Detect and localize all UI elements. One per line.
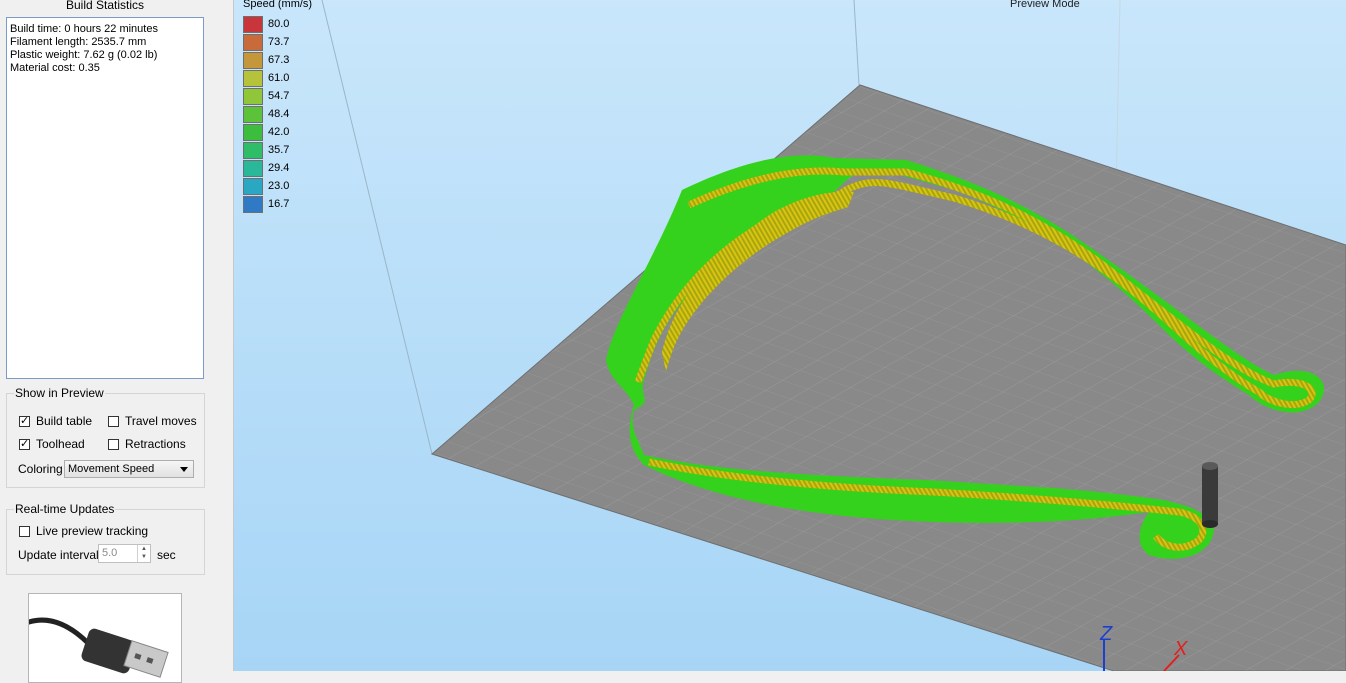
update-interval-label: Update interval (18, 548, 99, 562)
legend-value: 48.4 (268, 108, 290, 120)
legend-row: 67.3 (243, 51, 289, 69)
legend-swatch (243, 69, 263, 87)
coloring-label: Coloring (18, 462, 63, 476)
toolhead-icon (1202, 462, 1218, 528)
build-table-label: Build table (36, 414, 93, 428)
legend-value: 42.0 (268, 126, 290, 138)
spin-arrows-icon[interactable]: ▲ ▼ (137, 545, 150, 562)
legend-swatch (243, 177, 263, 195)
retractions-label: Retractions (125, 437, 186, 451)
legend-value: 80.0 (268, 18, 290, 30)
legend-row: 48.4 (243, 105, 289, 123)
legend-value: 16.7 (268, 198, 290, 210)
usb-cable-thumbnail (28, 593, 182, 683)
legend-value: 35.7 (268, 144, 290, 156)
retractions-checkbox[interactable]: Retractions (108, 437, 186, 451)
chevron-down-icon (180, 467, 188, 472)
legend-swatch (243, 105, 263, 123)
legend-row: 73.7 (243, 33, 289, 51)
coloring-dropdown[interactable]: Movement Speed (64, 460, 194, 478)
legend-value: 67.3 (268, 54, 290, 66)
legend-value: 54.7 (268, 90, 290, 102)
preview-mode-label: Preview Mode (1010, 0, 1080, 10)
update-interval-value: 5.0 (102, 547, 118, 559)
legend-swatch (243, 51, 263, 69)
filament-length-text: Filament length: 2535.7 mm (10, 36, 147, 48)
legend-row: 61.0 (243, 69, 289, 87)
show-in-preview-title: Show in Preview (14, 386, 105, 400)
checkbox-unchecked-icon (108, 438, 119, 450)
usb-cable-icon (29, 617, 169, 678)
travel-moves-checkbox[interactable]: Travel moves (108, 414, 197, 428)
legend-row: 80.0 (243, 15, 289, 33)
build-statistics-box: Build time: 0 hours 22 minutes Filament … (6, 17, 204, 379)
build-time-text: Build time: 0 hours 22 minutes (10, 23, 158, 35)
legend-value: 73.7 (268, 36, 290, 48)
legend-swatch (243, 159, 263, 177)
material-cost-text: Material cost: 0.35 (10, 62, 100, 74)
toolhead-label: Toolhead (36, 437, 85, 451)
checkbox-checked-icon: ✓ (19, 437, 30, 450)
speed-legend-title: Speed (mm/s) (243, 0, 313, 10)
update-interval-unit: sec (157, 548, 176, 562)
realtime-updates-group: Real-time Updates Live preview tracking … (6, 502, 205, 575)
update-interval-spinbox[interactable]: 5.0 ▲ ▼ (98, 544, 151, 563)
legend-value: 29.4 (268, 162, 290, 174)
legend-swatch (243, 33, 263, 51)
legend-swatch (243, 87, 263, 105)
preview-viewport[interactable]: Z X Speed (mm/s) Preview Mode 80.0 73.7 67… (234, 0, 1346, 671)
legend-swatch (243, 123, 263, 141)
z-axis-label: Z (1099, 623, 1113, 645)
build-plate-scene[interactable]: Z X (234, 0, 1346, 671)
travel-moves-label: Travel moves (125, 414, 197, 428)
build-table-checkbox[interactable]: ✓ Build table (19, 414, 92, 428)
legend-swatch (243, 15, 263, 33)
build-statistics-title: Build Statistics (65, 0, 145, 12)
live-preview-checkbox[interactable]: Live preview tracking (19, 524, 148, 538)
checkbox-unchecked-icon (108, 415, 119, 427)
build-volume-edge (321, 0, 433, 455)
left-panel: Build Statistics Build time: 0 hours 22 … (0, 0, 234, 683)
live-preview-label: Live preview tracking (36, 524, 149, 538)
legend-row: 16.7 (243, 195, 289, 213)
legend-row: 23.0 (243, 177, 289, 195)
realtime-updates-title: Real-time Updates (14, 502, 116, 516)
legend-row: 54.7 (243, 87, 289, 105)
checkbox-unchecked-icon (19, 525, 30, 537)
legend-swatch (243, 141, 263, 159)
build-volume-edge (853, 0, 860, 86)
speed-legend: 80.0 73.7 67.3 61.0 54.7 48.4 42.0 35.7 29.4 23.0… (243, 15, 289, 213)
checkbox-checked-icon: ✓ (19, 414, 30, 427)
legend-value: 23.0 (268, 180, 290, 192)
legend-row: 42.0 (243, 123, 289, 141)
legend-swatch (243, 195, 263, 213)
plastic-weight-text: Plastic weight: 7.62 g (0.02 lb) (10, 49, 158, 61)
toolhead-checkbox[interactable]: ✓ Toolhead (19, 437, 85, 451)
legend-row: 29.4 (243, 159, 289, 177)
legend-row: 35.7 (243, 141, 289, 159)
legend-value: 61.0 (268, 72, 290, 84)
x-axis-label: X (1173, 638, 1188, 660)
show-in-preview-group: Show in Preview ✓ Build table Travel mov… (6, 386, 205, 488)
coloring-value: Movement Speed (68, 463, 155, 475)
